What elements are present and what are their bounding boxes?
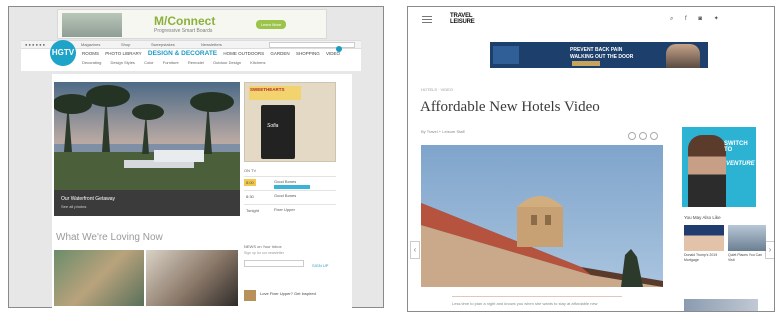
may-also-heading: You May Also Like — [684, 215, 721, 220]
social-icons[interactable]: ● ● ● ● ● ● — [25, 42, 45, 47]
ad-thumbnail — [493, 46, 519, 64]
subnav-item[interactable]: Remodel — [188, 60, 204, 65]
subnav-item[interactable]: Color — [144, 60, 154, 65]
ad-thumbnail — [62, 13, 122, 37]
nav-item-garden[interactable]: GARDEN — [270, 51, 289, 56]
sponsored-banner[interactable] — [684, 299, 758, 311]
newsletter-text: Sign up for our newsletter — [244, 251, 284, 255]
schedule-time: 8:30 — [246, 194, 254, 199]
newsletter-box: NEWS on Your Inbox Sign up for our newsl… — [244, 244, 336, 268]
ad-cta-button[interactable]: Learn More — [256, 20, 286, 29]
sidebar-ad-brand: VENTURE — [726, 161, 755, 167]
ad-headline-1: PREVENT BACK PAIN — [570, 47, 623, 53]
loving-thumbnail-1[interactable] — [54, 250, 144, 306]
schedule-row[interactable]: 8:30 Good Bones — [244, 190, 336, 204]
ad-person-image — [688, 135, 726, 207]
sub-nav: Decorating Design Styles Color Furniture… — [82, 60, 274, 65]
tv-schedule: ON TV 8:00 Good Bones 8:30 Good Bones To… — [244, 168, 336, 218]
search-icon[interactable] — [336, 46, 342, 52]
ad-cta-button[interactable] — [572, 61, 600, 66]
watch-bar[interactable] — [274, 185, 310, 189]
util-item-0[interactable]: Magazines — [81, 42, 100, 47]
sidebar-ad[interactable]: SWITCH TO VENTURE — [682, 127, 756, 207]
video-player[interactable] — [421, 145, 663, 287]
article-kicker[interactable]: HOTELS · VIDEO — [421, 87, 453, 92]
ad-headline-2: WALKING OUT THE DOOR — [570, 54, 634, 60]
share-icon[interactable] — [650, 132, 658, 140]
subnav-item[interactable]: Design Styles — [110, 60, 134, 65]
nav-item-rooms[interactable]: ROOMS — [82, 51, 99, 56]
newsletter-title: NEWS on Your Inbox — [244, 244, 282, 249]
promo-item[interactable]: Love Fixer Upper? Get Inspired — [244, 290, 336, 301]
site-logo[interactable]: HGTV — [50, 40, 76, 66]
util-item-3[interactable]: Newsletters — [201, 42, 222, 47]
promo-thumbnail — [244, 290, 256, 301]
main-nav: ROOMS PHOTO LIBRARY DESIGN & DECORATE HO… — [82, 50, 345, 57]
loving-thumbnail-2[interactable] — [146, 250, 238, 306]
share-icon[interactable] — [639, 132, 647, 140]
article-title: Affordable New Hotels Video — [420, 99, 600, 115]
twitter-icon[interactable]: ✦ — [714, 16, 719, 22]
logo-line-2: LEISURE — [450, 19, 475, 25]
related-card-title-1[interactable]: Donald Trump's 2019 Mortgage — [684, 253, 724, 262]
section-title: What We're Loving Now — [56, 232, 163, 243]
schedule-event: Good Bones — [274, 179, 297, 184]
nav-item-design-decorate[interactable]: DESIGN & DECORATE — [148, 50, 217, 57]
sidebar-ad[interactable]: SWEETHEARTS Sofia — [244, 82, 336, 162]
hero-title: Our Waterfront Getaway — [61, 196, 115, 202]
facebook-icon[interactable]: f — [685, 16, 687, 22]
nav-item-home-outdoors[interactable]: HOME OUTDOORS — [223, 51, 264, 56]
search-input[interactable] — [269, 42, 355, 48]
schedule-title: ON TV — [244, 168, 257, 173]
article-byline[interactable]: By Travel + Leisure Staff — [421, 129, 465, 134]
hero-image[interactable] — [54, 82, 240, 190]
search-icon[interactable]: ⌕ — [670, 16, 673, 22]
instagram-icon[interactable]: ◙ — [698, 16, 702, 22]
subnav-item[interactable]: Kitchens — [250, 60, 265, 65]
schedule-event: Good Bones — [274, 193, 297, 198]
schedule-event: Fixer Upper — [274, 207, 295, 212]
signup-button[interactable]: SIGN UP — [312, 263, 328, 268]
header-icons: ⌕ f ◙ ✦ — [670, 15, 729, 23]
ad-person-image — [666, 44, 700, 68]
related-card-image-2[interactable] — [728, 225, 766, 251]
email-field[interactable] — [244, 260, 304, 267]
subnav-item[interactable]: Decorating — [82, 60, 101, 65]
right-screenshot: TRAVEL LEISURE ⌕ f ◙ ✦ PREVENT BACK PAIN… — [407, 6, 775, 312]
menu-icon[interactable] — [422, 16, 432, 25]
top-banner-ad[interactable]: M/Connect Progressive Smart Boards Learn… — [57, 9, 327, 39]
site-logo[interactable]: TRAVEL LEISURE — [450, 13, 475, 25]
share-icons — [628, 127, 661, 145]
hero-caption[interactable]: Our Waterfront Getaway See all photos — [54, 190, 240, 216]
product-image — [261, 105, 295, 159]
divider — [452, 296, 622, 297]
site-header: TRAVEL LEISURE ⌕ f ◙ ✦ — [408, 7, 774, 33]
top-banner-ad[interactable]: PREVENT BACK PAIN WALKING OUT THE DOOR — [490, 42, 708, 68]
promo-title: Love Fixer Upper? Get Inspired — [260, 291, 316, 296]
ad-brand: M/Connect — [154, 14, 216, 28]
sidebar-ad-title: SWITCH TO — [724, 141, 748, 153]
subnav-item[interactable]: Outdoor Design — [213, 60, 241, 65]
nav-item-shopping[interactable]: SHOPPING — [296, 51, 320, 56]
product-label: Sofia — [267, 123, 279, 129]
related-card-title-2[interactable]: Quiet Places You Can Visit — [728, 253, 768, 262]
nav-item-photo-library[interactable]: PHOTO LIBRARY — [105, 51, 141, 56]
util-item-2[interactable]: Sweepstakes — [151, 42, 175, 47]
prev-arrow-icon[interactable]: ‹ — [410, 241, 420, 259]
subnav-item[interactable]: Furniture — [163, 60, 179, 65]
util-item-1[interactable]: Shop — [121, 42, 130, 47]
schedule-row[interactable]: Tonight Fixer Upper — [244, 204, 336, 218]
sidebar-ad-header: SWEETHEARTS — [249, 86, 301, 100]
schedule-row[interactable]: 8:00 Good Bones — [244, 176, 336, 190]
hero-subtitle: See all photos — [61, 204, 87, 209]
ad-tagline: Progressive Smart Boards — [154, 28, 213, 34]
article-body: Less time to plan a night and knows you … — [452, 301, 598, 306]
schedule-time: 8:00 — [244, 179, 256, 186]
related-card-image-1[interactable] — [684, 225, 724, 251]
share-icon[interactable] — [628, 132, 636, 140]
schedule-time: Tonight — [246, 208, 259, 213]
